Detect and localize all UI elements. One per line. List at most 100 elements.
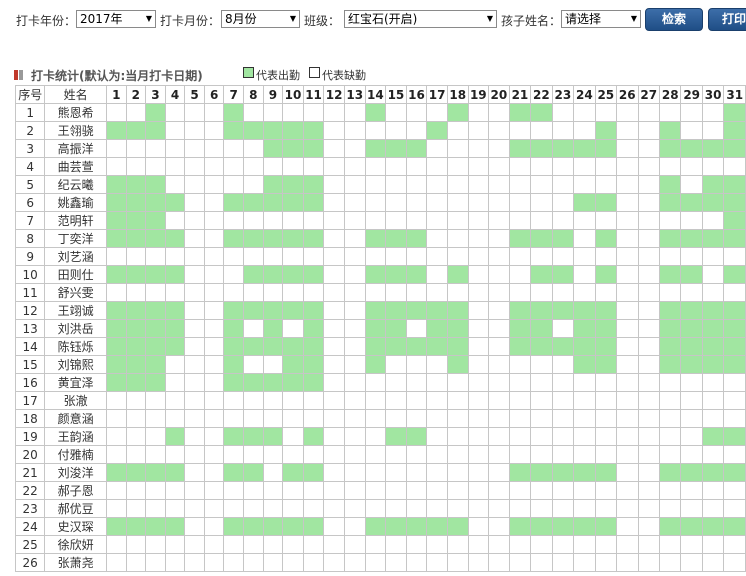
attendance-cell-present: [680, 139, 703, 158]
attendance-cell-present: [302, 517, 325, 536]
attendance-cell-absent: [488, 427, 510, 446]
attendance-cell-absent: [426, 247, 448, 266]
attendance-cell-present: [364, 265, 387, 284]
attendance-cell-absent: [701, 265, 725, 284]
attendance-cell-absent: [302, 157, 325, 176]
header-day: 2: [125, 85, 147, 104]
header-day: 18: [446, 85, 469, 104]
attendance-cell-absent: [243, 247, 264, 266]
attendance-cell-present: [508, 103, 532, 122]
attendance-cell-absent: [426, 265, 448, 284]
attendance-cell-absent: [616, 157, 639, 176]
attendance-cell-present: [243, 463, 264, 482]
attendance-cell-absent: [637, 319, 660, 338]
attendance-cell-absent: [385, 211, 407, 230]
attendance-cell-absent: [203, 121, 225, 140]
class-select[interactable]: 红宝石(开启) ▼: [344, 10, 497, 28]
attendance-cell-absent: [105, 535, 127, 554]
attendance-cell-absent: [551, 427, 575, 446]
attendance-cell-present: [302, 265, 325, 284]
attendance-cell-absent: [343, 445, 366, 464]
row-number: 10: [14, 265, 46, 284]
attendance-cell-absent: [262, 355, 284, 374]
attendance-cell-absent: [446, 553, 469, 572]
attendance-cell-absent: [637, 121, 660, 140]
attendance-cell-absent: [385, 193, 407, 212]
attendance-cell-absent: [637, 463, 660, 482]
attendance-cell-absent: [164, 121, 186, 140]
attendance-cell-absent: [467, 103, 490, 122]
attendance-cell-absent: [243, 175, 264, 194]
attendance-cell-absent: [594, 409, 618, 428]
table-row: 3 高振洋: [14, 139, 746, 158]
year-select[interactable]: 2017年 ▼: [76, 10, 156, 28]
attendance-cell-present: [594, 193, 618, 212]
attendance-cell-present: [551, 337, 575, 356]
attendance-cell-absent: [145, 391, 166, 410]
attendance-cell-absent: [467, 445, 490, 464]
attendance-cell-present: [530, 337, 553, 356]
header-day: 10: [282, 85, 304, 104]
attendance-cell-absent: [164, 535, 186, 554]
attendance-cell-present: [426, 319, 448, 338]
attendance-cell-absent: [364, 499, 387, 518]
attendance-cell-absent: [364, 193, 387, 212]
row-number: 6: [14, 193, 46, 212]
attendance-cell-absent: [426, 445, 448, 464]
attendance-cell-absent: [488, 211, 510, 230]
print-button[interactable]: 打印: [708, 8, 746, 31]
attendance-cell-absent: [723, 445, 746, 464]
attendance-cell-absent: [145, 445, 166, 464]
attendance-cell-absent: [343, 157, 366, 176]
attendance-cell-present: [125, 121, 147, 140]
attendance-cell-present: [145, 319, 166, 338]
attendance-cell-present: [551, 517, 575, 536]
attendance-cell-absent: [405, 103, 428, 122]
attendance-cell-present: [723, 139, 746, 158]
attendance-cell-absent: [508, 391, 532, 410]
attendance-cell-absent: [530, 355, 553, 374]
section-marker-icon: [14, 70, 23, 80]
attendance-cell-absent: [405, 373, 428, 392]
attendance-cell-absent: [405, 391, 428, 410]
attendance-cell-present: [594, 355, 618, 374]
attendance-cell-present: [573, 463, 596, 482]
attendance-cell-absent: [551, 481, 575, 500]
attendance-cell-present: [573, 139, 596, 158]
attendance-cell-absent: [323, 337, 345, 356]
attendance-cell-absent: [405, 463, 428, 482]
student-name: 舒兴雯: [44, 283, 107, 302]
attendance-cell-absent: [680, 553, 703, 572]
attendance-cell-present: [262, 337, 284, 356]
attendance-cell-present: [680, 229, 703, 248]
child-select[interactable]: 请选择 ▼: [561, 10, 641, 28]
student-name: 徐欣妍: [44, 535, 107, 554]
attendance-cell-absent: [343, 391, 366, 410]
attendance-cell-present: [446, 517, 469, 536]
attendance-cell-absent: [488, 517, 510, 536]
attendance-cell-absent: [658, 373, 682, 392]
attendance-cell-absent: [723, 247, 746, 266]
month-select[interactable]: 8月份 ▼: [221, 10, 300, 28]
attendance-cell-absent: [426, 211, 448, 230]
attendance-cell-absent: [573, 211, 596, 230]
attendance-cell-absent: [616, 301, 639, 320]
search-button[interactable]: 检索: [645, 8, 703, 31]
attendance-cell-absent: [488, 265, 510, 284]
attendance-cell-absent: [203, 247, 225, 266]
attendance-cell-absent: [164, 247, 186, 266]
attendance-cell-present: [530, 301, 553, 320]
attendance-cell-absent: [323, 355, 345, 374]
attendance-cell-absent: [385, 103, 407, 122]
attendance-cell-absent: [184, 283, 205, 302]
attendance-cell-absent: [467, 175, 490, 194]
attendance-cell-absent: [426, 427, 448, 446]
attendance-cell-absent: [105, 139, 127, 158]
absent-legend-swatch: [309, 67, 320, 78]
chevron-down-icon: ▼: [486, 14, 493, 23]
student-name: 黄宜泽: [44, 373, 107, 392]
attendance-cell-absent: [488, 481, 510, 500]
attendance-cell-absent: [573, 283, 596, 302]
attendance-cell-absent: [594, 553, 618, 572]
attendance-cell-present: [243, 193, 264, 212]
